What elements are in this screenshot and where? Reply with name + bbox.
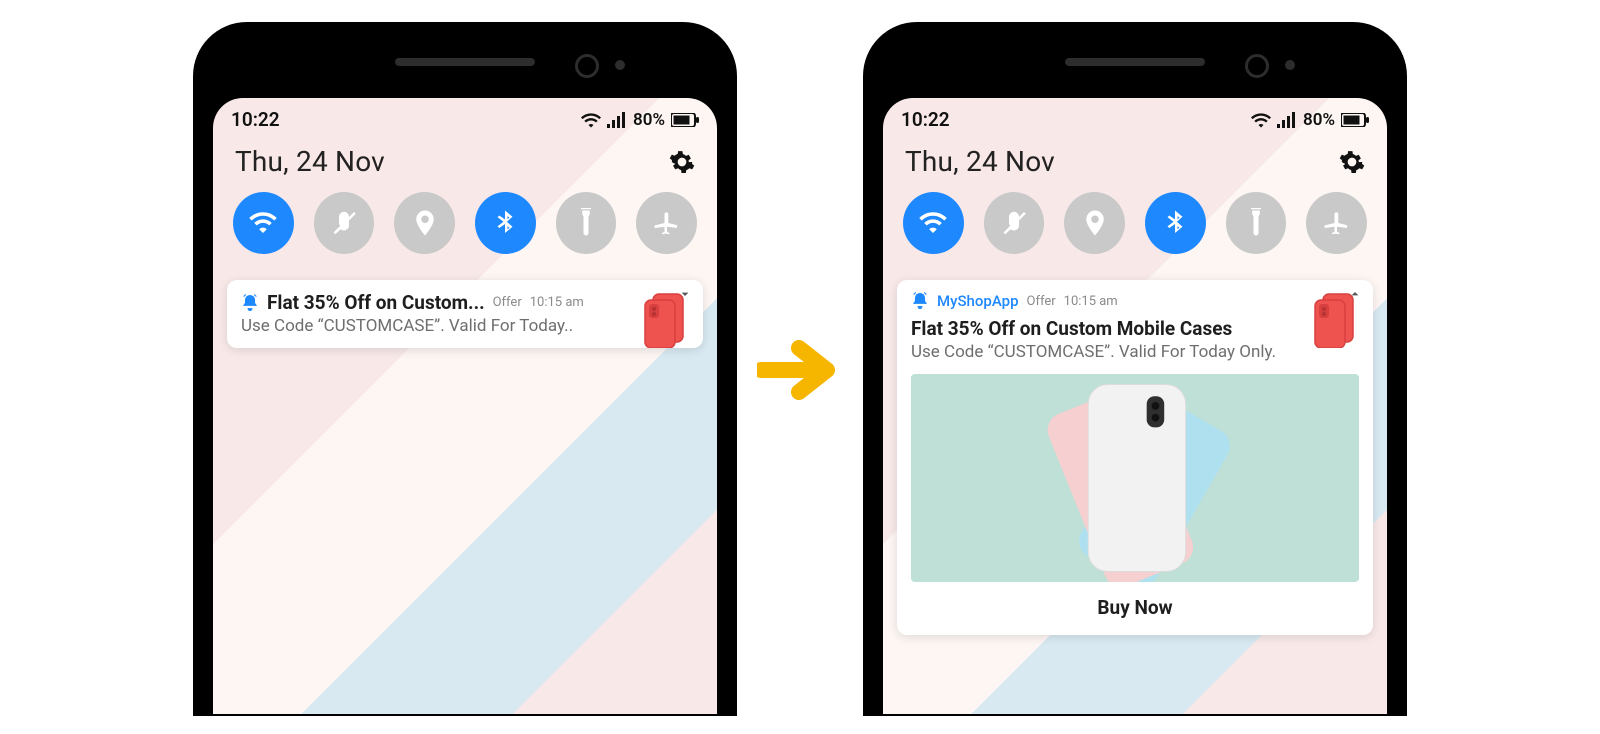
- sensor-dot: [615, 60, 625, 70]
- front-camera: [1245, 54, 1269, 78]
- shade-header: Thu, 24 Nov: [213, 135, 717, 192]
- wifi-icon: [1251, 112, 1271, 128]
- tile-mute[interactable]: [314, 192, 375, 254]
- phone-cases-illustration: [911, 374, 1359, 582]
- notif-category: Offer: [1027, 294, 1056, 309]
- notification-collapsed[interactable]: Flat 35% Off on Custom... Offer 10:15 am…: [227, 280, 703, 348]
- tile-bluetooth[interactable]: [475, 192, 536, 254]
- phone-left: 10:22 80% Thu, 24 Nov: [195, 24, 735, 714]
- earpiece: [1065, 58, 1205, 66]
- gear-icon[interactable]: [1339, 149, 1365, 175]
- shade-header: Thu, 24 Nov: [883, 135, 1387, 192]
- phone-right: 10:22 80% Thu, 24 Nov MySho: [865, 24, 1405, 714]
- tile-torch[interactable]: [556, 192, 617, 254]
- tile-wifi[interactable]: [903, 192, 964, 254]
- quick-tiles: [213, 192, 717, 270]
- status-time: 10:22: [901, 108, 950, 131]
- quick-tiles: [883, 192, 1387, 270]
- notif-category: Offer: [493, 295, 522, 310]
- gear-icon[interactable]: [669, 149, 695, 175]
- tile-airplane[interactable]: [1306, 192, 1367, 254]
- status-bar: 10:22 80%: [883, 98, 1387, 135]
- status-right: 80%: [581, 110, 699, 130]
- signal-icon: [607, 112, 627, 128]
- notif-time: 10:15 am: [530, 295, 584, 310]
- signal-icon: [1277, 112, 1297, 128]
- wifi-icon: [581, 112, 601, 128]
- battery-percent: 80%: [633, 110, 665, 130]
- tile-location[interactable]: [1064, 192, 1125, 254]
- battery-icon: [671, 113, 699, 127]
- bell-icon: [241, 294, 259, 312]
- tile-wifi[interactable]: [233, 192, 294, 254]
- tile-torch[interactable]: [1226, 192, 1287, 254]
- tile-bluetooth[interactable]: [1145, 192, 1206, 254]
- notif-body: Use Code “CUSTOMCASE”. Valid For Today O…: [911, 342, 1359, 362]
- shade-date: Thu, 24 Nov: [235, 145, 385, 178]
- tile-mute[interactable]: [984, 192, 1045, 254]
- shade-date: Thu, 24 Nov: [905, 145, 1055, 178]
- status-right: 80%: [1251, 110, 1369, 130]
- arrow-right-icon: [757, 338, 843, 402]
- status-time: 10:22: [231, 108, 280, 131]
- front-camera: [575, 54, 599, 78]
- battery-icon: [1341, 113, 1369, 127]
- notif-body-collapsed: Use Code “CUSTOMCASE”. Valid For Today..: [241, 316, 689, 336]
- earpiece: [395, 58, 535, 66]
- tile-location[interactable]: [394, 192, 455, 254]
- tile-airplane[interactable]: [636, 192, 697, 254]
- notif-hero-image: [911, 374, 1359, 582]
- notif-app-name: MyShopApp: [937, 292, 1019, 310]
- screen: 10:22 80% Thu, 24 Nov: [213, 98, 717, 714]
- bell-icon: [911, 292, 929, 310]
- buy-now-button[interactable]: Buy Now: [911, 582, 1359, 623]
- sensor-dot: [1285, 60, 1295, 70]
- battery-percent: 80%: [1303, 110, 1335, 130]
- notif-title-collapsed: Flat 35% Off on Custom...: [267, 292, 485, 314]
- screen: 10:22 80% Thu, 24 Nov MySho: [883, 98, 1387, 714]
- notif-title: Flat 35% Off on Custom Mobile Cases: [911, 318, 1303, 340]
- notif-time: 10:15 am: [1064, 294, 1118, 309]
- phone-case-thumb-icon: [1313, 292, 1359, 348]
- phone-case-thumb-icon: [643, 292, 689, 348]
- status-bar: 10:22 80%: [213, 98, 717, 135]
- notification-expanded[interactable]: MyShopApp Offer 10:15 am Flat 35% Off on…: [897, 280, 1373, 635]
